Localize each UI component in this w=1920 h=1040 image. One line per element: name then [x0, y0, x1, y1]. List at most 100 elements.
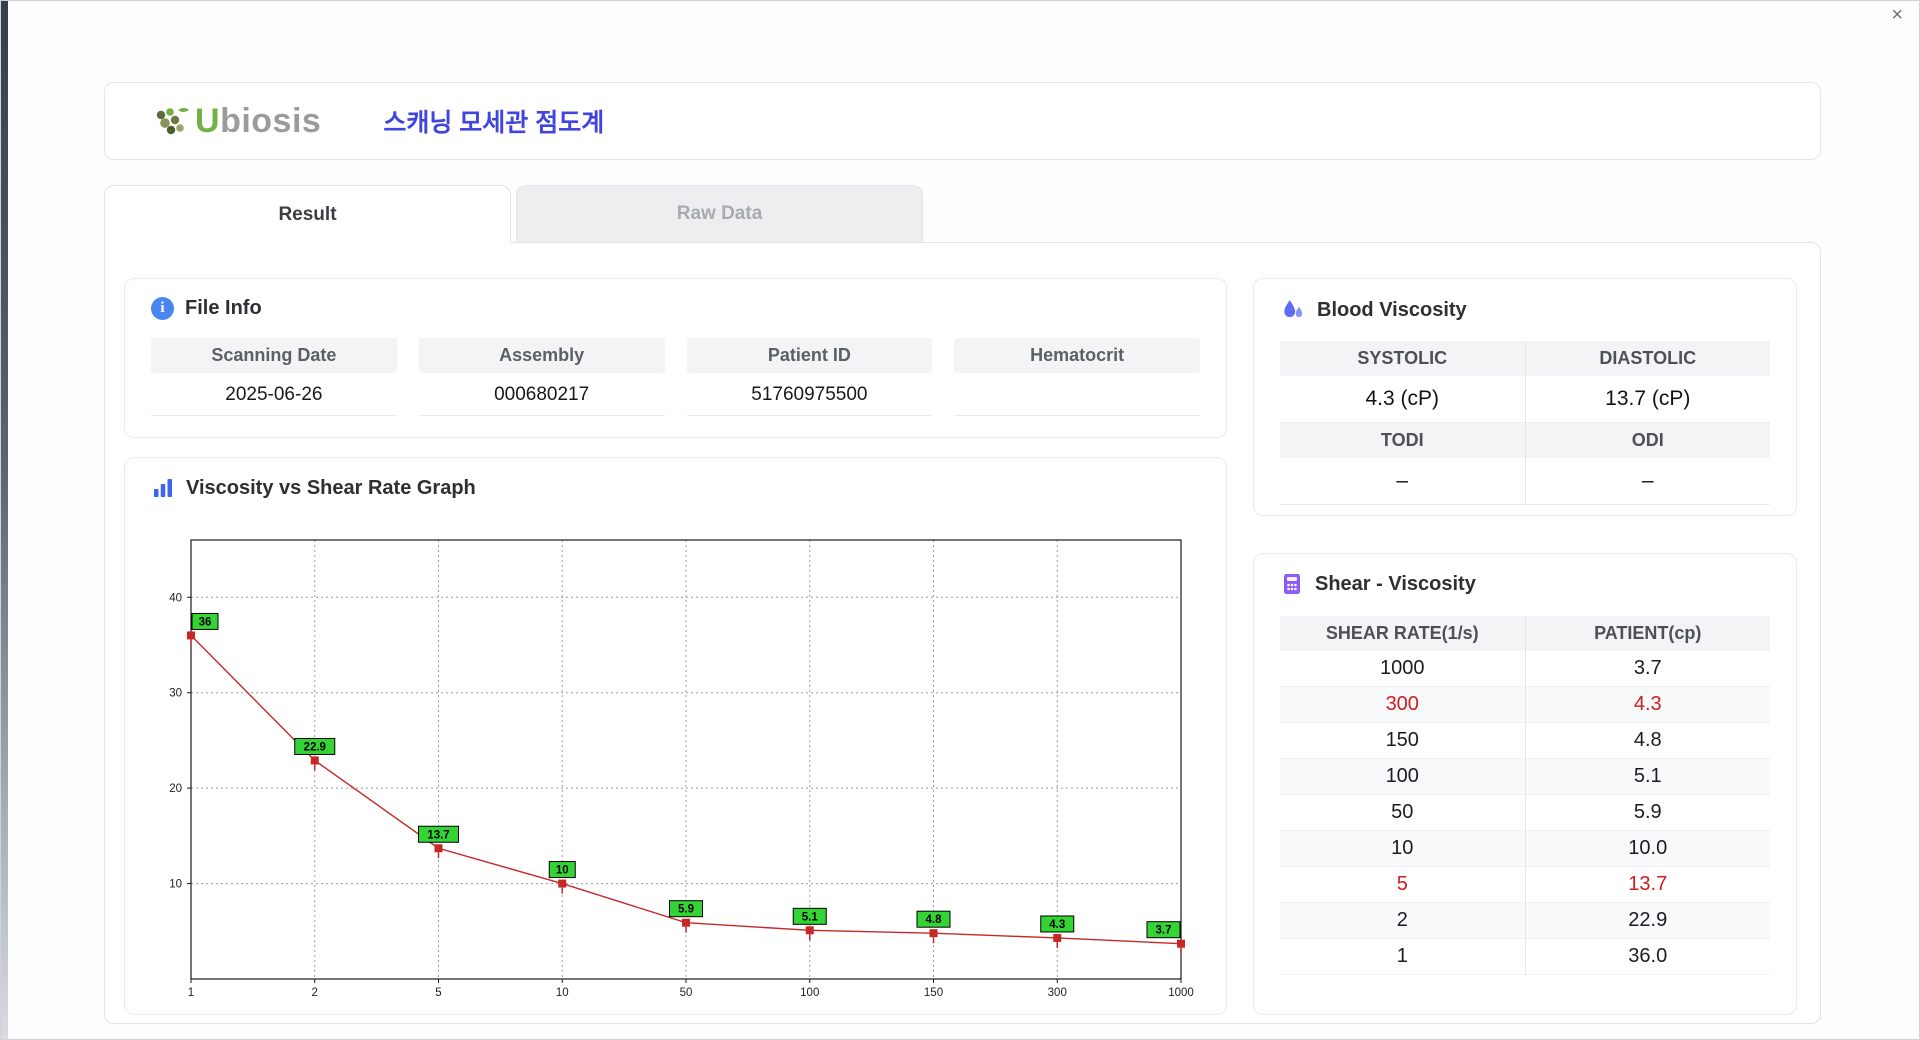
shear-viscosity-card: Shear - Viscosity SHEAR RATE(1/s) PATIEN… [1253, 553, 1797, 1015]
shear-rate-cell: 300 [1280, 687, 1526, 722]
droplets-icon [1284, 300, 1303, 318]
viscosity-chart: 1 2 5 10 50 100 150 300 1000 10 20 30 40 36 22.9 13.7 10… [169, 539, 1194, 999]
svg-text:3.7: 3.7 [1156, 925, 1172, 937]
field-value: 51760975500 [686, 373, 933, 416]
odi-label: ODI [1525, 423, 1770, 458]
shear-viscosity-table: SHEAR RATE(1/s) PATIENT(cp) 1000 3.7 300 4.… [1280, 616, 1770, 975]
svg-text:5: 5 [435, 987, 441, 999]
svg-text:5.9: 5.9 [678, 904, 694, 916]
field-value [954, 373, 1200, 416]
svg-text:150: 150 [924, 987, 943, 999]
shear-viscosity-title: Shear - Viscosity [1315, 572, 1476, 595]
patient-cell: 10.0 [1628, 837, 1668, 859]
file-info-field: Patient ID 51760975500 [686, 338, 933, 416]
file-info-field: Scanning Date 2025-06-26 [151, 338, 397, 416]
patient-cell: 5.9 [1633, 801, 1662, 823]
brand-name: Ubiosis [195, 102, 321, 141]
svg-text:1: 1 [188, 987, 194, 999]
diastolic-value: 13.7 (cP) [1525, 376, 1770, 423]
patient-cell: 3.7 [1633, 657, 1662, 679]
tab-raw-data[interactable]: Raw Data [516, 185, 923, 242]
graph-header: Viscosity vs Shear Rate Graph [125, 458, 1226, 500]
odi-value: – [1525, 458, 1770, 505]
page-title: 스캐닝 모세관 점도계 [383, 109, 605, 137]
calculator-icon [1284, 574, 1300, 594]
shear-rate-cell: 150 [1280, 723, 1526, 758]
patient-cell: 22.9 [1628, 909, 1668, 931]
todi-label: TODI [1280, 423, 1526, 458]
systolic-label: SYSTOLIC [1280, 341, 1526, 376]
field-label: Assembly [418, 338, 665, 373]
todi-value: – [1280, 458, 1526, 505]
brand-logo: Ubiosis [151, 102, 321, 141]
shear-rate-cell: 1000 [1280, 651, 1526, 686]
blood-viscosity-grid: SYSTOLIC DIASTOLIC 4.3 (cP) 13.7 (cP) TO… [1280, 341, 1770, 505]
blood-viscosity-title: Blood Viscosity [1317, 298, 1467, 321]
svg-text:4.8: 4.8 [926, 914, 943, 926]
table-row: 1 36.0 [1280, 939, 1770, 975]
bv-label-row: SYSTOLIC DIASTOLIC [1280, 341, 1770, 376]
shear-rate-column-header: SHEAR RATE(1/s) [1280, 616, 1526, 651]
svg-text:1000: 1000 [1168, 987, 1194, 999]
shear-rate-cell: 1 [1280, 939, 1526, 974]
svg-text:4.3: 4.3 [1049, 919, 1065, 931]
patient-cell: 13.7 [1628, 873, 1668, 895]
shear-viscosity-rows: 1000 3.7 300 4.3 150 4.8 100 5.1 50 5.9 10 10.0 5 13.… [1280, 651, 1770, 975]
app-window: × Ubiosis 스캐닝 모세관 점도계 Result Raw Data i … [0, 0, 1920, 1040]
table-row: 100 5.1 [1280, 759, 1770, 795]
bv-label-row: TODI ODI [1280, 423, 1770, 458]
field-value: 2025-06-26 [151, 373, 397, 416]
systolic-value: 4.3 (cP) [1280, 376, 1526, 423]
table-row: 300 4.3 [1280, 687, 1770, 723]
main-panel: i File Info Scanning Date 2025-06-26 Assem… [104, 242, 1821, 1024]
svg-text:100: 100 [800, 987, 819, 999]
graph-card: Viscosity vs Shear Rate Graph 1 2 5 10 50 100… [124, 457, 1227, 1015]
svg-text:30: 30 [169, 688, 182, 700]
patient-column-header: PATIENT(cp) [1594, 623, 1702, 643]
graph-title: Viscosity vs Shear Rate Graph [186, 476, 476, 499]
bv-value-row: 4.3 (cP) 13.7 (cP) [1280, 376, 1770, 423]
shear-viscosity-header: Shear - Viscosity [1254, 554, 1796, 596]
table-row: 50 5.9 [1280, 795, 1770, 831]
brand-rest: biosis [220, 101, 322, 140]
tab-bar: Result Raw Data [104, 185, 923, 243]
bar-chart-icon [154, 479, 172, 497]
svg-text:22.9: 22.9 [304, 741, 326, 753]
table-row: 150 4.8 [1280, 723, 1770, 759]
table-row: 1000 3.7 [1280, 651, 1770, 687]
field-label: Patient ID [686, 338, 933, 373]
field-value: 000680217 [418, 373, 665, 416]
logo-berries-icon [156, 108, 189, 135]
table-header-row: SHEAR RATE(1/s) PATIENT(cp) [1280, 616, 1770, 651]
info-icon: i [151, 297, 174, 320]
brand-first-letter: U [195, 101, 221, 140]
svg-text:50: 50 [680, 987, 693, 999]
svg-text:10: 10 [556, 987, 569, 999]
blood-viscosity-card: Blood Viscosity SYSTOLIC DIASTOLIC 4.3 (… [1253, 278, 1797, 516]
patient-cell: 5.1 [1633, 765, 1662, 787]
svg-text:2: 2 [312, 987, 318, 999]
shear-rate-cell: 50 [1280, 795, 1526, 830]
svg-text:40: 40 [169, 592, 182, 604]
file-info-fields: Scanning Date 2025-06-26 Assembly 000680217… [151, 338, 1200, 416]
svg-text:10: 10 [169, 879, 182, 891]
shear-rate-cell: 100 [1280, 759, 1526, 794]
blood-viscosity-header: Blood Viscosity [1254, 279, 1796, 323]
field-label: Hematocrit [954, 338, 1200, 373]
svg-text:300: 300 [1048, 987, 1067, 999]
patient-cell: 4.8 [1633, 729, 1662, 751]
patient-cell: 36.0 [1628, 945, 1668, 967]
svg-text:13.7: 13.7 [427, 829, 449, 841]
table-row: 10 10.0 [1280, 831, 1770, 867]
tab-result[interactable]: Result [104, 185, 511, 243]
table-row: 5 13.7 [1280, 867, 1770, 903]
file-info-title: File Info [185, 297, 262, 319]
patient-cell: 4.3 [1633, 693, 1662, 715]
close-icon[interactable]: × [1891, 5, 1903, 25]
header-card: Ubiosis 스캐닝 모세관 점도계 [104, 82, 1821, 160]
file-info-field: Assembly 000680217 [418, 338, 665, 416]
left-edge-strip [1, 1, 8, 1039]
file-info-field: Hematocrit [954, 338, 1200, 416]
shear-rate-cell: 5 [1280, 867, 1526, 902]
diastolic-label: DIASTOLIC [1525, 341, 1770, 376]
